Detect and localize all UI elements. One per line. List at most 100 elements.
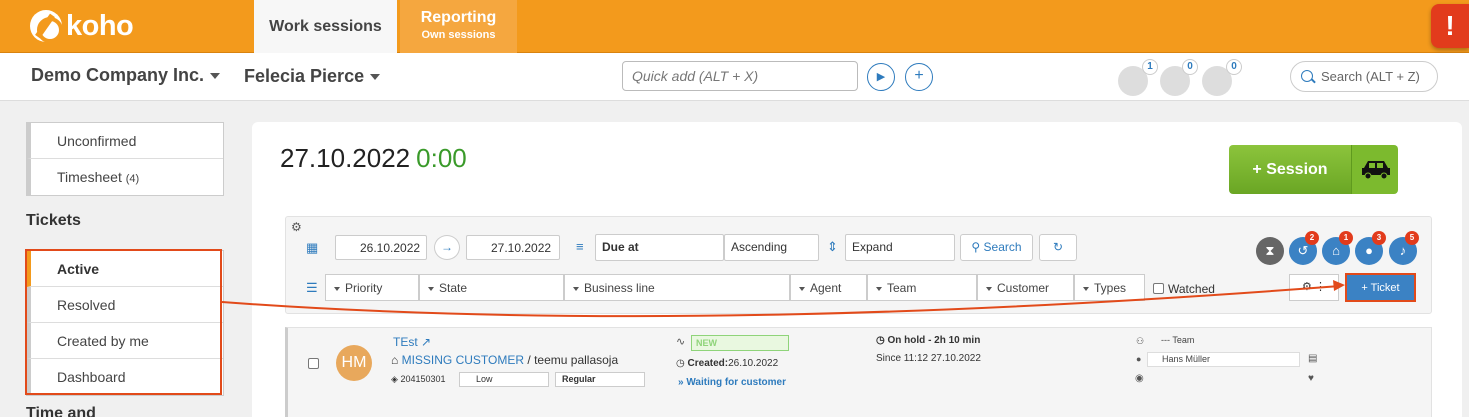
- user-name: Felecia Pierce: [244, 66, 365, 86]
- refresh-icon: ↻: [1052, 240, 1064, 254]
- agent-icon: ●: [1136, 354, 1142, 364]
- logo-text: koho: [66, 9, 134, 42]
- agent-filter[interactable]: Agent: [790, 274, 867, 301]
- tab-reporting-label: Reporting: [420, 9, 497, 26]
- home-badge: 1: [1339, 231, 1353, 245]
- sidebar-item-label: Unconfirmed: [57, 133, 137, 149]
- eye-icon[interactable]: ◉: [1135, 373, 1144, 384]
- state-filter[interactable]: State: [419, 274, 564, 301]
- priority-filter-label: Priority: [345, 281, 383, 295]
- top-bar: [0, 0, 1469, 53]
- hourglass-icon[interactable]: ⧗: [1256, 237, 1284, 265]
- chevron-down-icon: [799, 286, 805, 291]
- state-filter-label: State: [439, 281, 468, 295]
- priority-filter[interactable]: Priority: [325, 274, 419, 301]
- tickets-heading: Tickets: [26, 212, 81, 229]
- sidebar-item-dashboard[interactable]: Dashboard: [27, 359, 223, 395]
- chevron-down-icon: [334, 286, 340, 291]
- chevron-down-icon: [210, 73, 221, 80]
- types-filter[interactable]: Types: [1074, 274, 1145, 301]
- alert-button[interactable]: !: [1431, 4, 1469, 48]
- chevron-down-icon: [986, 286, 992, 291]
- watched-label: Watched: [1168, 282, 1215, 296]
- context-bar: Demo Company Inc. Felecia Pierce Quick a…: [0, 53, 1469, 101]
- travel-button[interactable]: [1351, 145, 1398, 194]
- search-icon: [1301, 70, 1313, 82]
- add-ticket-button[interactable]: + Ticket: [1345, 273, 1416, 302]
- user-selector[interactable]: Felecia Pierce: [244, 66, 381, 87]
- types-filter-label: Types: [1094, 281, 1127, 295]
- team-filter-label: Team: [887, 281, 917, 295]
- created-label: Created:: [687, 358, 729, 369]
- tag-icon: ◈: [391, 374, 398, 384]
- team-select[interactable]: --- Team: [1147, 334, 1320, 349]
- business-line-filter-label: Business line: [584, 281, 655, 295]
- quick-add-input[interactable]: Quick add (ALT + X): [622, 61, 858, 91]
- team-icon: ⚇: [1136, 336, 1145, 346]
- ticket-id-value: 204150301: [400, 374, 446, 384]
- plus-icon: +: [914, 67, 924, 84]
- messages-count: 0: [1226, 59, 1242, 75]
- heart-icon[interactable]: ♥: [1308, 373, 1314, 384]
- customer-filter[interactable]: Customer: [977, 274, 1074, 301]
- add-session-button[interactable]: + Session: [1229, 145, 1351, 194]
- ticket-type-select[interactable]: Regular: [555, 372, 645, 387]
- clipboard-icon[interactable]: ▤: [1308, 353, 1317, 364]
- sidebar-top-list: Unconfirmed Timesheet (4): [26, 122, 224, 196]
- hold-since: Since 11:12 27.10.2022: [876, 353, 981, 364]
- play-button[interactable]: ▶: [867, 63, 895, 91]
- tickets-count: 1: [1142, 59, 1158, 75]
- team-filter[interactable]: Team: [867, 274, 977, 301]
- agent-filter-label: Agent: [810, 281, 842, 295]
- sidebar-tickets-list: Active Resolved Created by me Dashboard: [26, 250, 224, 396]
- agent-select[interactable]: Hans Müller: [1147, 352, 1300, 367]
- koho-logo-icon: [30, 10, 63, 43]
- timer-icon: ◷: [876, 335, 885, 346]
- sidebar-item-label: Created by me: [57, 333, 149, 349]
- clock-icon: ◷: [676, 358, 685, 369]
- sort-order-select[interactable]: Ascending: [724, 234, 819, 261]
- sidebar-item-label: Active: [57, 261, 100, 277]
- watched-checkbox[interactable]: [1153, 283, 1164, 294]
- company-selector[interactable]: Demo Company Inc.: [31, 65, 221, 86]
- company-name: Demo Company Inc.: [31, 65, 205, 85]
- created-info: ◷ Created:26.10.2022: [676, 358, 778, 369]
- play-icon: ▶: [876, 71, 886, 83]
- page-title: 27.10.2022 0:00: [280, 143, 467, 174]
- car-icon: [1362, 161, 1390, 180]
- sidebar-item-resolved[interactable]: Resolved: [27, 287, 223, 323]
- calendar-icon: ▦: [306, 240, 319, 255]
- customer-link[interactable]: MISSING CUSTOMER: [402, 353, 524, 367]
- priority-select[interactable]: Low: [459, 372, 549, 387]
- reset-filters-button[interactable]: ↻: [1039, 234, 1077, 261]
- tab-work-sessions[interactable]: Work sessions: [254, 0, 397, 53]
- search-button-label: Search: [983, 240, 1022, 254]
- date-from-input[interactable]: 26.10.2022: [335, 235, 427, 260]
- tab-reporting[interactable]: Reporting Own sessions: [400, 0, 517, 53]
- external-link-icon: ↗: [421, 335, 432, 349]
- app-logo[interactable]: koho: [30, 9, 134, 43]
- current-date: 27.10.2022: [280, 143, 411, 173]
- list-settings-button[interactable]: ⚙ ⋮: [1289, 274, 1339, 301]
- ticket-title-link[interactable]: TEst ↗: [393, 335, 431, 349]
- filter-settings-gear-icon[interactable]: ⚙: [291, 220, 302, 234]
- ticket-customer-line: ⌂ MISSING CUSTOMER / teemu pallasoja: [391, 353, 618, 367]
- sidebar-item-active[interactable]: Active: [27, 251, 223, 287]
- search-button[interactable]: ⚲ Search: [960, 234, 1033, 261]
- sidebar-item-label: Timesheet: [57, 169, 122, 185]
- global-search-input[interactable]: Search (ALT + Z): [1290, 61, 1438, 92]
- sidebar-item-unconfirmed[interactable]: Unconfirmed: [27, 123, 223, 159]
- user-badge: 3: [1372, 231, 1386, 245]
- sidebar-item-timesheet[interactable]: Timesheet (4): [27, 159, 223, 195]
- sort-field-select[interactable]: Due at: [595, 234, 724, 261]
- add-button[interactable]: +: [905, 63, 933, 91]
- sidebar-item-label: Resolved: [57, 297, 116, 313]
- date-to-input[interactable]: 27.10.2022: [466, 235, 560, 260]
- row-checkbox[interactable]: [308, 358, 319, 369]
- business-line-filter[interactable]: Business line: [564, 274, 790, 301]
- separator: /: [527, 353, 531, 367]
- sort-icon: ≡: [576, 239, 584, 254]
- sidebar-item-created-by-me[interactable]: Created by me: [27, 323, 223, 359]
- expand-select[interactable]: Expand: [845, 234, 955, 261]
- waiting-status-link[interactable]: » Waiting for customer: [678, 377, 786, 388]
